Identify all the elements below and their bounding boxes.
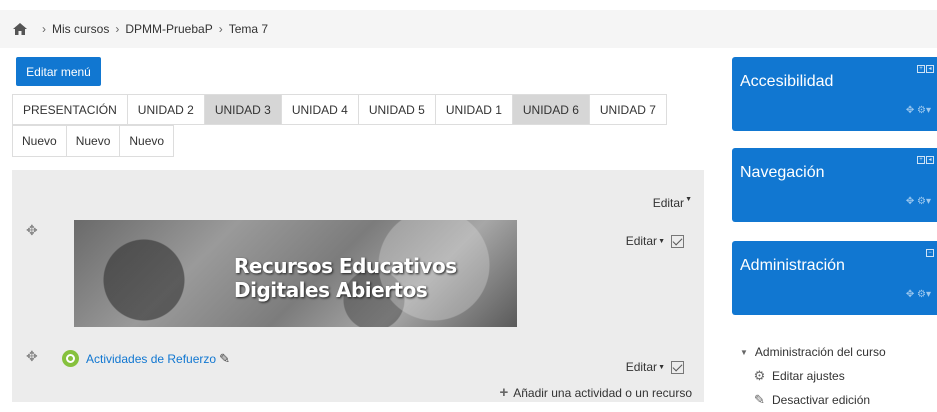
- tree-root-label: Administración del curso: [754, 345, 886, 359]
- block-actions[interactable]: ✥ ⚙▾: [906, 289, 931, 300]
- breadcrumb-course[interactable]: DPMM-PruebaP: [125, 22, 212, 36]
- new-tabs: Nuevo Nuevo Nuevo: [12, 125, 175, 157]
- triangle-down-icon: ▼: [740, 347, 748, 357]
- block-actions[interactable]: ✥ ⚙▾: [906, 196, 931, 207]
- breadcrumb-topic[interactable]: Tema 7: [229, 22, 268, 36]
- tab-nuevo[interactable]: Nuevo: [65, 125, 121, 157]
- breadcrumb-separator: ›: [42, 22, 46, 36]
- block-actions[interactable]: ✥ ⚙▾: [906, 105, 931, 116]
- edit-label: Editar: [625, 360, 658, 374]
- block-controls: −: [925, 249, 934, 257]
- tab-presentacion[interactable]: PRESENTACIÓN: [12, 94, 128, 125]
- completion-checkbox-icon[interactable]: [671, 360, 684, 374]
- activity-icon: [62, 350, 79, 367]
- tab-nuevo[interactable]: Nuevo: [119, 125, 175, 157]
- pencil-icon[interactable]: ✎: [219, 351, 230, 367]
- edit-menu-button[interactable]: Editar menú: [16, 57, 101, 86]
- tab-unidad-4[interactable]: UNIDAD 4: [280, 94, 359, 125]
- unit-tabs: PRESENTACIÓN UNIDAD 2 UNIDAD 3 UNIDAD 4 …: [12, 94, 667, 125]
- caret-down-icon: ▼: [658, 363, 665, 371]
- breadcrumb-separator: ›: [218, 22, 223, 36]
- collapse-icon[interactable]: ◂: [926, 156, 934, 164]
- breadcrumb-separator: ›: [115, 22, 120, 36]
- tree-root[interactable]: ▼ Administración del curso: [740, 340, 886, 364]
- move-icon[interactable]: ✥: [26, 348, 38, 365]
- block-navegacion: Navegación + ◂ ✥ ⚙▾: [732, 148, 937, 222]
- activity-item: Actividades de Refuerzo ✎: [62, 350, 230, 367]
- tab-unidad-7[interactable]: UNIDAD 7: [588, 94, 667, 125]
- tab-unidad-5[interactable]: UNIDAD 5: [357, 94, 436, 125]
- home-icon[interactable]: [12, 22, 28, 36]
- course-section: Editar▼ ✥ Recursos Educativos Digitales …: [12, 170, 704, 402]
- collapse-icon[interactable]: ◂: [926, 65, 934, 73]
- banner-edit-menu[interactable]: Editar ▼: [626, 234, 684, 248]
- collapse-icon[interactable]: −: [926, 249, 934, 257]
- dock-icon[interactable]: +: [917, 65, 925, 73]
- tab-unidad-6[interactable]: UNIDAD 6: [511, 94, 590, 125]
- breadcrumb: › Mis cursos › DPMM-PruebaP › Tema 7: [0, 10, 937, 48]
- tab-unidad-2[interactable]: UNIDAD 2: [126, 94, 205, 125]
- activity-link[interactable]: Actividades de Refuerzo: [86, 352, 216, 366]
- banner-title-line1: Recursos Educativos: [234, 254, 457, 278]
- banner-title-line2: Digitales Abiertos: [234, 278, 428, 302]
- plus-icon: +: [499, 384, 509, 401]
- admin-tree: ▼ Administración del curso ⚙ Editar ajus…: [740, 340, 886, 412]
- block-title: Administración: [740, 257, 845, 274]
- edit-label: Editar: [652, 196, 685, 210]
- tree-item-label: Editar ajustes: [772, 369, 845, 383]
- gear-icon: ⚙: [753, 368, 766, 383]
- block-title: Accesibilidad: [740, 73, 834, 90]
- caret-down-icon: ▼: [658, 237, 665, 245]
- completion-checkbox-icon[interactable]: [671, 234, 684, 248]
- tab-nuevo[interactable]: Nuevo: [12, 125, 67, 157]
- block-administracion: Administración − ✥ ⚙▾: [732, 241, 937, 315]
- dock-icon[interactable]: +: [917, 156, 925, 164]
- move-icon[interactable]: ✥: [26, 222, 38, 239]
- block-controls: + ◂: [916, 156, 934, 164]
- tree-item-label: Desactivar edición: [772, 393, 871, 407]
- tab-unidad-1[interactable]: UNIDAD 1: [434, 94, 513, 125]
- tree-item-edit-settings[interactable]: ⚙ Editar ajustes: [740, 364, 886, 388]
- block-controls: + ◂: [916, 65, 934, 73]
- edit-label: Editar: [625, 234, 658, 248]
- add-activity-link[interactable]: + Añadir una actividad o un recurso: [499, 384, 692, 401]
- tree-item-disable-editing[interactable]: ✎ Desactivar edición: [740, 388, 886, 412]
- tab-unidad-3[interactable]: UNIDAD 3: [203, 94, 282, 125]
- add-activity-label: Añadir una actividad o un recurso: [513, 385, 692, 400]
- banner-image: Recursos Educativos Digitales Abiertos: [74, 220, 517, 327]
- activity-edit-menu[interactable]: Editar ▼: [626, 360, 684, 374]
- banner-title: Recursos Educativos Digitales Abiertos: [234, 254, 494, 302]
- block-title: Navegación: [740, 164, 825, 181]
- breadcrumb-my-courses[interactable]: Mis cursos: [52, 22, 109, 36]
- block-accesibilidad: Accesibilidad + ◂ ✥ ⚙▾: [732, 57, 937, 131]
- section-edit-menu[interactable]: Editar▼: [653, 196, 692, 210]
- caret-down-icon: ▼: [685, 196, 692, 203]
- pencil-icon: ✎: [754, 392, 765, 407]
